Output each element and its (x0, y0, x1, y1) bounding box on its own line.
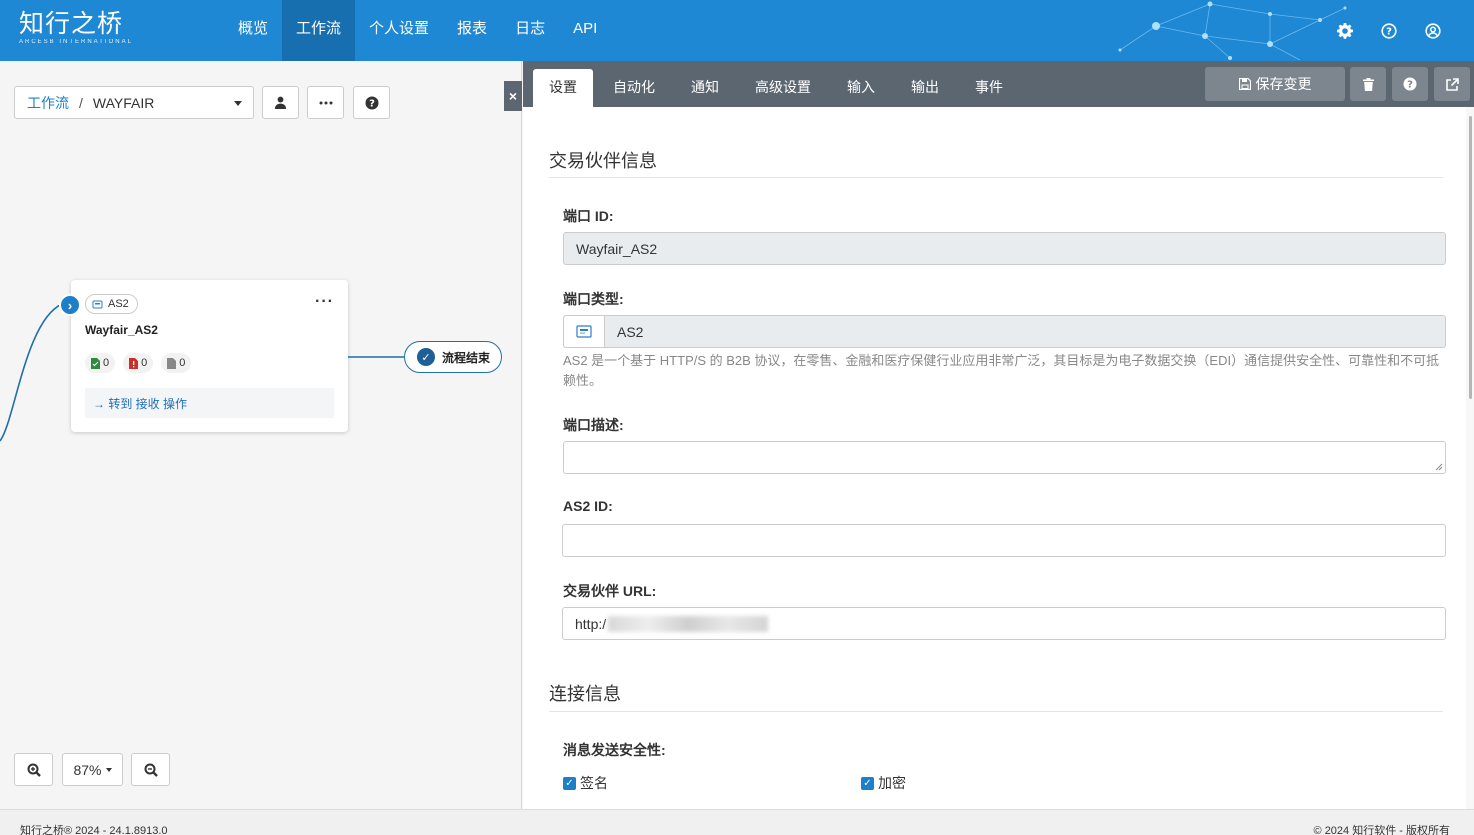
zoom-out-button[interactable] (131, 753, 170, 786)
success-count: 0 (103, 357, 110, 369)
port-settings-panel: 设置 自动化 通知 高级设置 输入 输出 事件 保存变更 ? 交易伙伴信息 端口… (523, 61, 1474, 809)
message-security-label: 消息发送安全性: (563, 742, 666, 758)
zoom-level-value: 87% (73, 761, 102, 778)
sign-label: 签名 (580, 775, 608, 791)
open-external-button[interactable] (1434, 67, 1470, 101)
footer-version: 知行之桥® 2024 - 24.1.8913.0 (20, 825, 168, 835)
tab-advanced[interactable]: 高级设置 (739, 69, 827, 107)
question-circle-icon: ? (1403, 77, 1417, 91)
node-type-chip: AS2 (85, 294, 138, 314)
workflow-node-as2[interactable]: › AS2 ··· Wayfair_AS2 0 0 0 → 转到 接收 操作 (59, 280, 348, 432)
file-success-icon (91, 357, 100, 369)
chevron-right-icon[interactable]: › (59, 294, 81, 316)
port-id-field[interactable]: Wayfair_AS2 (563, 232, 1446, 265)
main-nav: 概览 工作流 个人设置 报表 日志 API (224, 0, 611, 61)
tab-input[interactable]: 输入 (831, 69, 891, 107)
svg-text:?: ? (1407, 80, 1413, 91)
as2-id-label: AS2 ID: (563, 498, 613, 514)
check-circle-icon: ✓ (417, 348, 435, 366)
nav-overview[interactable]: 概览 (224, 0, 282, 61)
section-divider (549, 711, 1443, 712)
nav-logs[interactable]: 日志 (501, 0, 559, 61)
save-disk-icon (1238, 78, 1251, 90)
tab-notifications[interactable]: 通知 (675, 69, 735, 107)
tab-settings[interactable]: 设置 (533, 69, 593, 107)
tab-automation[interactable]: 自动化 (597, 69, 671, 107)
pending-count-badge[interactable]: 0 (161, 353, 192, 373)
as2-connector-icon (564, 316, 605, 347)
encrypt-checkbox[interactable]: ✓ 加密 (861, 773, 906, 793)
delete-button[interactable] (1350, 67, 1386, 101)
connection-lines (0, 303, 404, 442)
pending-count: 0 (179, 357, 186, 369)
user-account-icon[interactable] (1422, 20, 1444, 42)
zoom-out-icon (144, 763, 158, 777)
resize-handle-icon[interactable] (1435, 463, 1443, 471)
checkbox-checked-icon: ✓ (861, 776, 874, 790)
as2-connector-icon (92, 300, 103, 308)
port-description-textarea[interactable] (563, 441, 1446, 474)
logo-subtext: ARCESB INTERNATIONAL (19, 39, 133, 45)
logo[interactable]: 知行之桥 ARCESB INTERNATIONAL (19, 10, 133, 46)
help-circle-icon[interactable]: ? (1378, 20, 1400, 42)
redacted-url-blur (608, 615, 769, 632)
port-id-label: 端口 ID: (563, 208, 614, 224)
workflow-canvas: 工作流 / WAYFAIR ? › AS2 ··· Wayfair_AS2 0 (0, 61, 522, 809)
logo-text: 知行之桥 (19, 10, 124, 38)
file-error-icon (129, 357, 139, 369)
zoom-in-icon (27, 763, 41, 777)
flow-end-node[interactable]: ✓ 流程结束 (404, 341, 502, 373)
network-decoration (1118, 1, 1347, 61)
zoom-level-dropdown[interactable]: 87% (62, 753, 123, 786)
nav-api[interactable]: API (559, 0, 611, 61)
footer: 知行之桥® 2024 - 24.1.8913.0 © 2024 知行软件 - 版… (0, 809, 1474, 835)
port-type-field[interactable]: AS2 (563, 315, 1446, 348)
encrypt-label: 加密 (878, 775, 906, 791)
nav-profile[interactable]: 个人设置 (355, 0, 443, 61)
port-description-label: 端口描述: (563, 417, 624, 433)
save-changes-button[interactable]: 保存变更 (1205, 67, 1345, 101)
caret-down-icon (105, 767, 112, 772)
section-title-partner-info: 交易伙伴信息 (549, 151, 657, 171)
error-count: 0 (141, 357, 148, 369)
top-navbar: 知行之桥 ARCESB INTERNATIONAL 概览 工作流 个人设置 报表… (0, 0, 1474, 61)
port-type-label: 端口类型: (563, 291, 624, 307)
partner-url-value: http:/ (575, 615, 607, 632)
node-menu-ellipsis-icon[interactable]: ··· (315, 293, 334, 311)
trash-icon (1362, 77, 1374, 91)
node-type-label: AS2 (108, 298, 129, 310)
svg-text:?: ? (1386, 27, 1392, 38)
panel-help-button[interactable]: ? (1392, 67, 1428, 101)
tab-events[interactable]: 事件 (959, 69, 1019, 107)
as2-id-input[interactable] (562, 524, 1446, 557)
sign-checkbox[interactable]: ✓ 签名 (563, 773, 608, 793)
goto-receive-action-link[interactable]: → 转到 接收 操作 (85, 388, 334, 418)
close-panel-icon[interactable]: × (504, 81, 522, 111)
port-type-help-text: AS2 是一个基于 HTTP/S 的 B2B 协议，在零售、金融和医疗保健行业应… (563, 353, 1440, 388)
port-type-value: AS2 (617, 323, 644, 340)
zoom-in-button[interactable] (14, 753, 53, 786)
external-link-icon (1445, 77, 1459, 91)
nav-reports[interactable]: 报表 (443, 0, 501, 61)
save-changes-label: 保存变更 (1255, 76, 1312, 92)
success-count-badge[interactable]: 0 (85, 353, 116, 373)
error-count-badge[interactable]: 0 (123, 353, 154, 373)
section-title-connection-info: 连接信息 (549, 684, 621, 704)
node-title: Wayfair_AS2 (85, 323, 158, 337)
partner-url-input[interactable]: http:/ (562, 607, 1446, 640)
settings-gear-icon[interactable] (1334, 20, 1356, 42)
partner-url-label: 交易伙伴 URL: (563, 583, 657, 599)
file-pending-icon (167, 357, 177, 369)
footer-copyright: © 2024 知行软件 - 版权所有 (1313, 825, 1450, 835)
flow-end-label: 流程结束 (442, 350, 491, 365)
scrollbar-thumb[interactable] (1469, 116, 1472, 399)
nav-workflow[interactable]: 工作流 (282, 0, 356, 61)
tab-output[interactable]: 输出 (895, 69, 955, 107)
section-divider (549, 177, 1443, 178)
panel-tabbar: 设置 自动化 通知 高级设置 输入 输出 事件 保存变更 ? (523, 61, 1474, 107)
form-scrollbar[interactable] (1466, 107, 1474, 809)
settings-form: 交易伙伴信息 端口 ID: Wayfair_AS2 端口类型: AS2 AS2 … (523, 107, 1466, 809)
checkbox-checked-icon: ✓ (563, 776, 576, 790)
